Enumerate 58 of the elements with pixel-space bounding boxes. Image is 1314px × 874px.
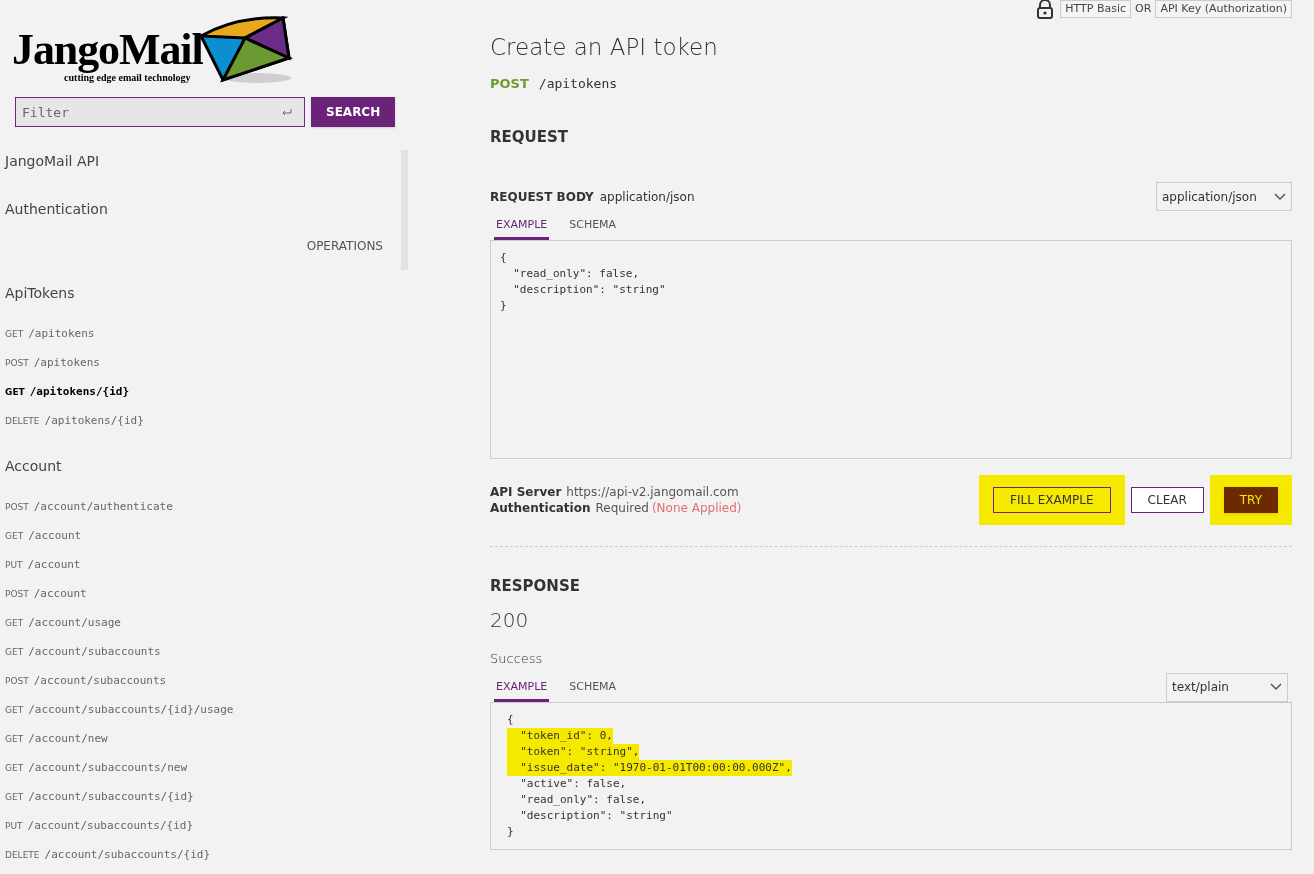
nav-section-heading[interactable]: JangoMail API — [5, 151, 381, 171]
or-separator: OR — [1135, 0, 1152, 17]
nav-section-heading[interactable]: Authentication — [5, 199, 381, 219]
nav-item[interactable]: GET /account/subaccounts/new — [5, 761, 381, 775]
nav-item[interactable]: PUT /account/subaccounts/{id} — [5, 819, 381, 833]
nav-item[interactable]: GET /apitokens/{id} — [5, 385, 381, 399]
nav-item[interactable]: GET /account/subaccounts/{id}/usage — [5, 703, 381, 717]
action-button[interactable]: TRY — [1223, 486, 1278, 513]
field-label: Authentication — [490, 499, 591, 516]
nav-item[interactable]: POST /apitokens — [5, 356, 381, 370]
nav-item[interactable]: GET /account/new — [5, 732, 381, 746]
http-method: POST — [490, 75, 529, 93]
nav-item[interactable]: GET /account/subaccounts/{id} — [5, 790, 381, 804]
chevron-icon — [1270, 683, 1282, 691]
chevron-icon — [1274, 192, 1286, 201]
auth-note: (None Applied) — [651, 499, 742, 516]
filter-field[interactable]: Filter — [15, 97, 305, 127]
nav-item[interactable]: GET /account — [5, 529, 381, 543]
nav-item[interactable]: POST /account/subaccounts — [5, 674, 381, 688]
tab[interactable]: SCHEMA — [567, 215, 619, 240]
request-body-editor[interactable]: { "read_only": false, "description": "string" } — [490, 239, 1292, 459]
return-icon — [281, 108, 293, 117]
action-button[interactable]: FILL EXAMPLE — [993, 486, 1111, 513]
response-description: Success — [490, 650, 544, 668]
tab[interactable]: SCHEMA — [567, 677, 619, 702]
tab[interactable]: EXAMPLE — [494, 215, 550, 240]
field-label: REQUEST BODY — [490, 188, 594, 206]
search-button[interactable]: SEARCH — [311, 97, 396, 127]
content-type-select[interactable]: application/json — [1156, 182, 1292, 211]
field-label: API Server — [490, 483, 562, 500]
nav-item[interactable]: POST /account — [5, 587, 381, 601]
lock-icon — [1036, 0, 1055, 19]
endpoint-path: /apitokens — [538, 75, 618, 93]
nav-item[interactable]: DELETE /apitokens/{id} — [5, 414, 381, 428]
auth-scheme-button[interactable]: API Key (Authorization) — [1155, 0, 1292, 18]
nav-item[interactable]: PUT /account — [5, 558, 381, 572]
page-title: Create an API token — [490, 33, 719, 62]
logo-tagline: cutting edge email technology — [64, 72, 191, 84]
section-heading: RESPONSE — [490, 575, 581, 597]
nav-item[interactable]: GET /account/subaccounts — [5, 645, 381, 659]
response-example: { "token_id": 0, "token": "string", "issue_date": "1970-01-01T00:00:00.000Z", "active": false, "read_only": false, "description": "string" } — [490, 701, 1292, 850]
server-url: https://api-v2.jangomail.com — [566, 483, 739, 500]
logo-wordmark: JangoMail — [12, 28, 203, 72]
auth-scheme-button[interactable]: HTTP Basic — [1060, 0, 1132, 18]
nav-section-heading[interactable]: Account — [5, 456, 381, 476]
nav-item[interactable]: POST /account/authenticate — [5, 500, 381, 514]
nav-item[interactable]: DELETE /account/subaccounts/{id} — [5, 848, 381, 862]
auth-status: Required — [595, 499, 649, 516]
section-heading: REQUEST — [490, 126, 569, 148]
nav-section-heading[interactable]: ApiTokens — [5, 283, 381, 303]
tab[interactable]: EXAMPLE — [494, 677, 550, 702]
nav-item[interactable]: GET /account/usage — [5, 616, 381, 630]
nav-item[interactable]: GET /apitokens — [5, 327, 381, 341]
action-button[interactable]: CLEAR — [1130, 486, 1204, 513]
content-type-select[interactable]: text/plain — [1166, 672, 1288, 702]
body-type: application/json — [599, 188, 695, 206]
status-code: 200 — [490, 607, 530, 634]
operations-link[interactable]: OPERATIONS — [306, 237, 383, 255]
